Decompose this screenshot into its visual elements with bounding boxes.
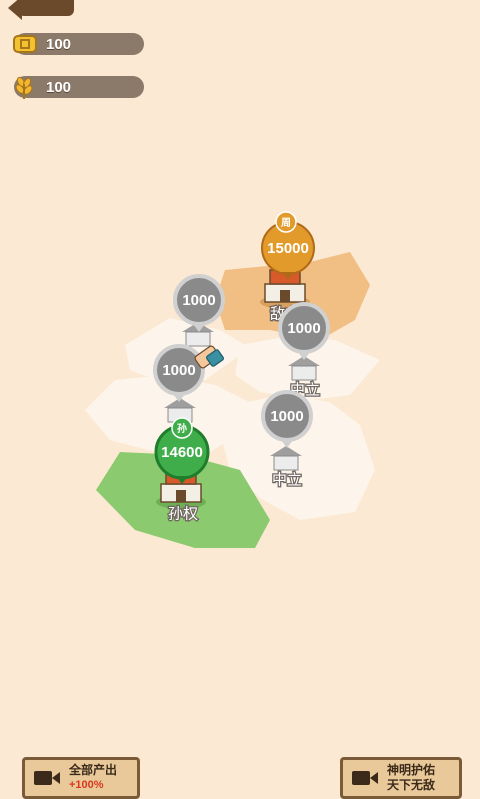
game-map[interactable]: 敌方 15000 周 1000 中立 1000 1000: [0, 0, 480, 796]
video-icon: [33, 767, 63, 789]
lord-name: 孙: [177, 422, 187, 435]
troop-count: 1000: [270, 408, 303, 425]
button-title: 神明护佑: [387, 763, 436, 777]
city-label: 孙权: [168, 505, 198, 523]
button-subtitle: 天下无敌: [387, 778, 436, 792]
video-icon: [351, 767, 381, 789]
troop-count: 15000: [267, 240, 309, 257]
bonus-text: +100%: [69, 779, 104, 791]
button-title: 全部产出: [69, 763, 118, 777]
troop-count: 1000: [182, 292, 215, 309]
all-produce-button[interactable]: 全部产出 +100%: [22, 757, 140, 799]
troop-count: 1000: [287, 320, 320, 337]
city-label: 中立: [272, 471, 302, 489]
troop-count: 1000: [162, 362, 195, 379]
lord-name: 周: [281, 217, 291, 229]
divine-protection-button[interactable]: 神明护佑 天下无敌: [340, 757, 462, 799]
troop-count: 14600: [161, 444, 203, 461]
